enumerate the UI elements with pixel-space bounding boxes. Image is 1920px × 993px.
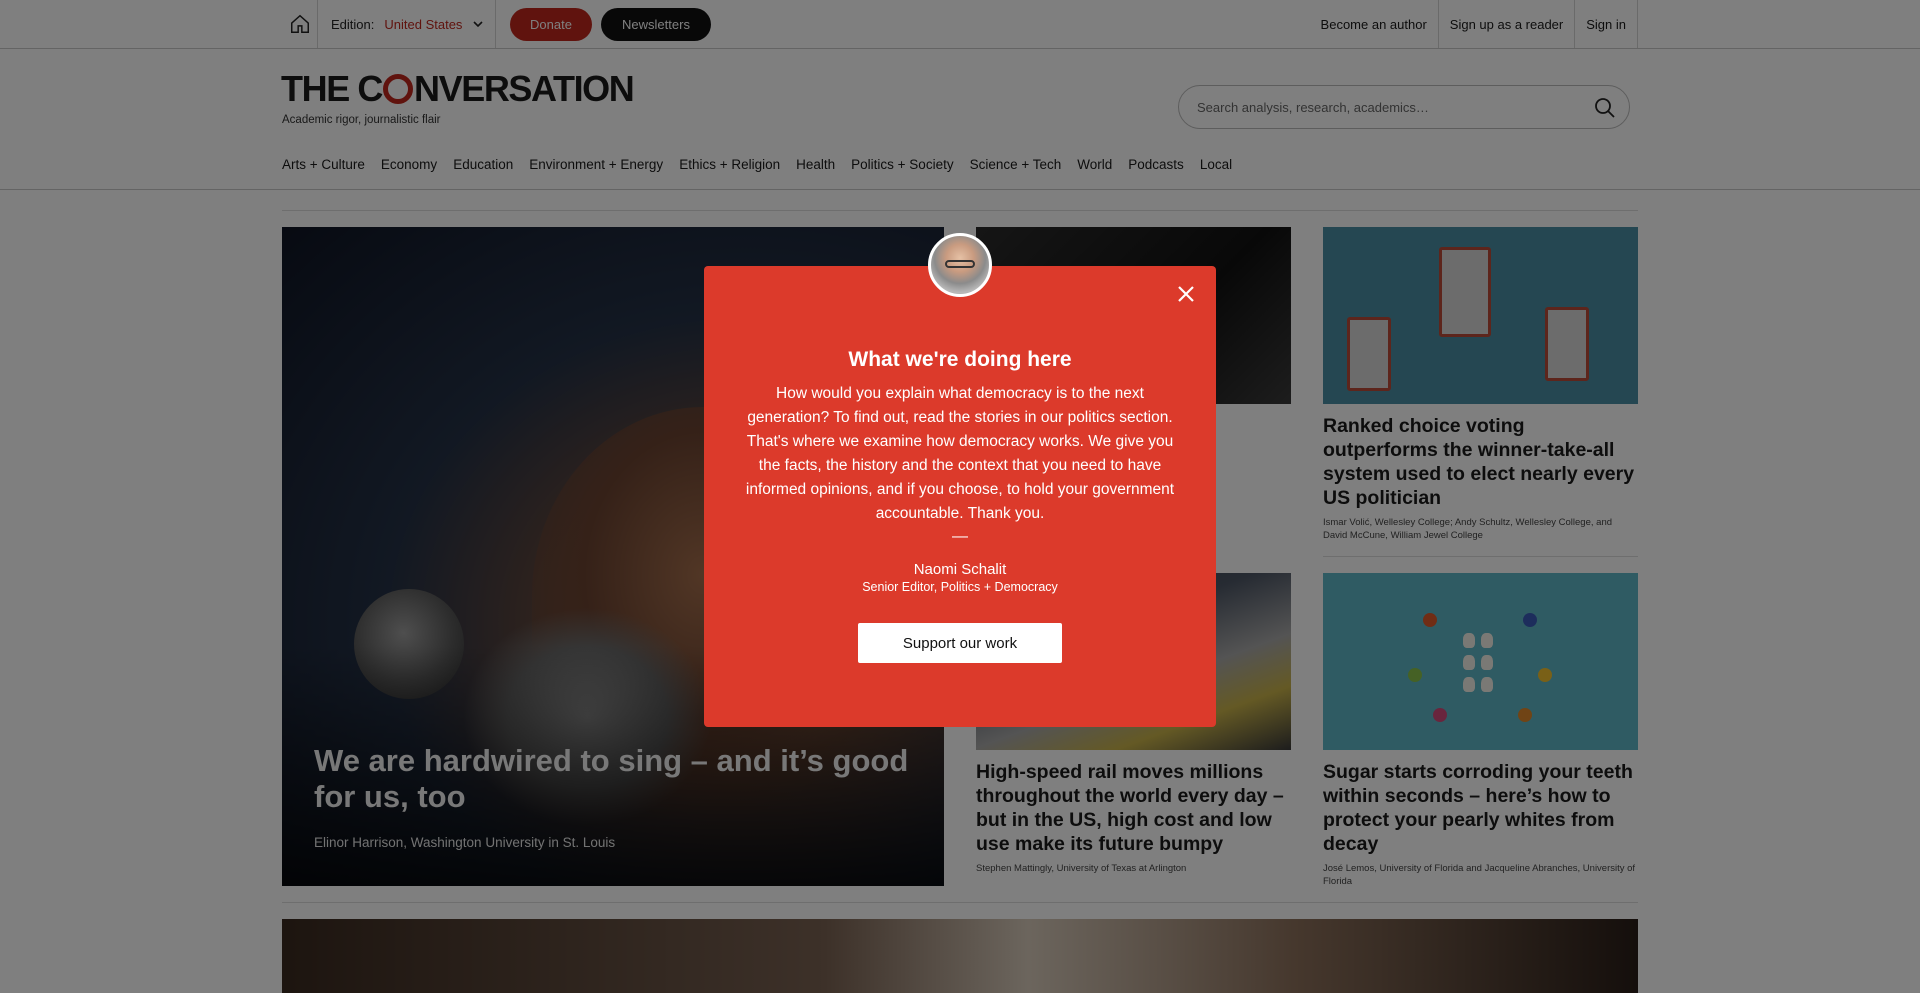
- editor-role: Senior Editor, Politics + Democracy: [862, 580, 1058, 594]
- editor-avatar: [928, 233, 992, 297]
- modal-body: How would you explain what democracy is …: [745, 385, 1175, 522]
- modal-title: What we're doing here: [848, 348, 1072, 371]
- editor-name: Naomi Schalit: [913, 561, 1007, 578]
- glasses-image: [945, 260, 975, 268]
- close-icon[interactable]: [1174, 282, 1198, 306]
- modal-separator: —: [952, 528, 968, 545]
- editor-message-modal: What we're doing here How would you expl…: [704, 266, 1216, 727]
- support-our-work-button[interactable]: Support our work: [858, 623, 1062, 663]
